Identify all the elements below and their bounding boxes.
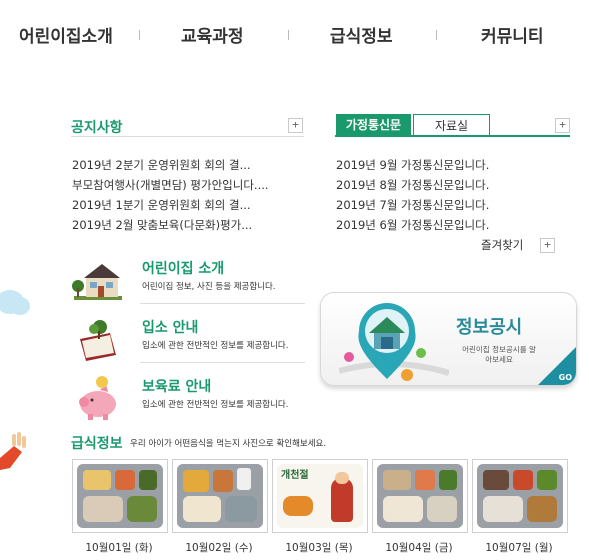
book-plant-icon	[80, 320, 116, 361]
feature-title: 보육료 안내	[142, 379, 212, 395]
meal-photo[interactable]	[472, 459, 568, 533]
meal-tray-photo	[77, 464, 163, 528]
feature-title: 어린이집 소개	[142, 261, 225, 277]
notice-item[interactable]: 2019년 2월 맞춤보육(다문화)평가...	[72, 215, 269, 235]
feature-admission-guide[interactable]: 입소 안내 입소에 관한 전반적인 정보를 제공합니다.	[70, 315, 305, 373]
meal-photo[interactable]	[372, 459, 468, 533]
notice-item[interactable]: 2019년 1분기 운영위원회 회의 결...	[72, 195, 269, 215]
cloud-decoration-icon	[0, 290, 30, 315]
notice-list: 2019년 2분기 운영위원회 회의 결... 부모참여행사(개별면담) 평가안…	[72, 155, 269, 235]
go-button[interactable]: GO	[559, 373, 572, 382]
feature-title: 입소 안내	[142, 320, 199, 336]
holiday-poster: 개천절	[277, 464, 363, 528]
meal-date: 10월07일 (월)	[485, 542, 553, 554]
tab-archive[interactable]: 자료실	[413, 114, 490, 136]
notice-item[interactable]: 2019년 2분기 운영위원회 회의 결...	[72, 155, 269, 175]
letters-more-button[interactable]: +	[555, 118, 570, 133]
nav-item-curriculum[interactable]: 교육과정	[181, 22, 244, 47]
nav-item-meal[interactable]: 급식정보	[330, 22, 393, 47]
nav-separator	[139, 30, 140, 40]
feature-description: 입소에 관한 전반적인 정보를 제공합니다.	[142, 400, 289, 410]
letters-list: 2019년 9월 가정통신문입니다. 2019년 8월 가정통신문입니다. 20…	[336, 155, 489, 235]
banner-title: 정보공시	[456, 317, 523, 338]
meal-date: 10월01일 (화)	[85, 542, 153, 554]
feature-fee-guide[interactable]: 보육료 안내 입소에 관한 전반적인 정보를 제공합니다.	[70, 374, 305, 432]
nav-item-community[interactable]: 커뮤니티	[481, 22, 544, 47]
meal-tray-photo	[177, 464, 263, 528]
nav-separator	[436, 30, 437, 40]
tab-home-letters[interactable]: 가정통신문	[336, 114, 411, 136]
map-pin-house-icon	[339, 303, 449, 381]
feature-divider	[140, 362, 305, 363]
favorites-more-button[interactable]: +	[540, 238, 555, 253]
notice-divider	[71, 136, 304, 137]
top-navigation: 어린이집소개 교육과정 급식정보 커뮤니티	[0, 0, 589, 70]
tab-underline	[335, 135, 570, 137]
hand-decoration-icon	[0, 432, 26, 470]
meal-tray-photo	[377, 464, 463, 528]
feature-divider	[140, 303, 305, 304]
feature-daycare-intro[interactable]: 어린이집 소개 어린이집 정보, 사진 등을 제공합니다.	[70, 256, 305, 314]
meal-photo[interactable]: 개천절	[272, 459, 368, 533]
meal-date: 10월02일 (수)	[185, 542, 253, 554]
info-disclosure-banner[interactable]: 정보공시 어린이집 정보공시를 알아보세요 GO	[320, 292, 577, 386]
feature-description: 입소에 관한 전반적인 정보를 제공합니다.	[142, 341, 289, 351]
nav-item-intro[interactable]: 어린이집소개	[19, 22, 113, 47]
letter-item[interactable]: 2019년 7월 가정통신문입니다.	[336, 195, 489, 215]
meal-description: 우리 아이가 어떤음식을 먹는지 사진으로 확인해보세요.	[130, 439, 327, 449]
meal-date: 10월03일 (목)	[285, 542, 353, 554]
feature-description: 어린이집 정보, 사진 등을 제공합니다.	[142, 282, 276, 292]
meal-title: 급식정보	[71, 436, 123, 452]
meal-date: 10월04일 (금)	[385, 542, 453, 554]
banner-subtitle: 어린이집 정보공시를 알아보세요	[462, 345, 536, 364]
notice-more-button[interactable]: +	[288, 118, 303, 133]
favorites-link[interactable]: 즐겨찾기	[481, 237, 523, 253]
poster-text: 개천절	[281, 470, 309, 481]
letter-item[interactable]: 2019년 9월 가정통신문입니다.	[336, 155, 489, 175]
notice-title: 공지사항	[71, 120, 123, 136]
meal-photo[interactable]	[72, 459, 168, 533]
notice-item[interactable]: 부모참여행사(개별면담) 평가안입니다....	[72, 175, 269, 195]
meal-tray-photo	[477, 464, 563, 528]
nav-separator	[288, 30, 289, 40]
piggy-bank-icon	[79, 376, 116, 420]
meal-photo[interactable]	[172, 459, 268, 533]
letter-item[interactable]: 2019년 8월 가정통신문입니다.	[336, 175, 489, 195]
house-icon	[72, 264, 122, 300]
letter-item[interactable]: 2019년 6월 가정통신문입니다.	[336, 215, 489, 235]
